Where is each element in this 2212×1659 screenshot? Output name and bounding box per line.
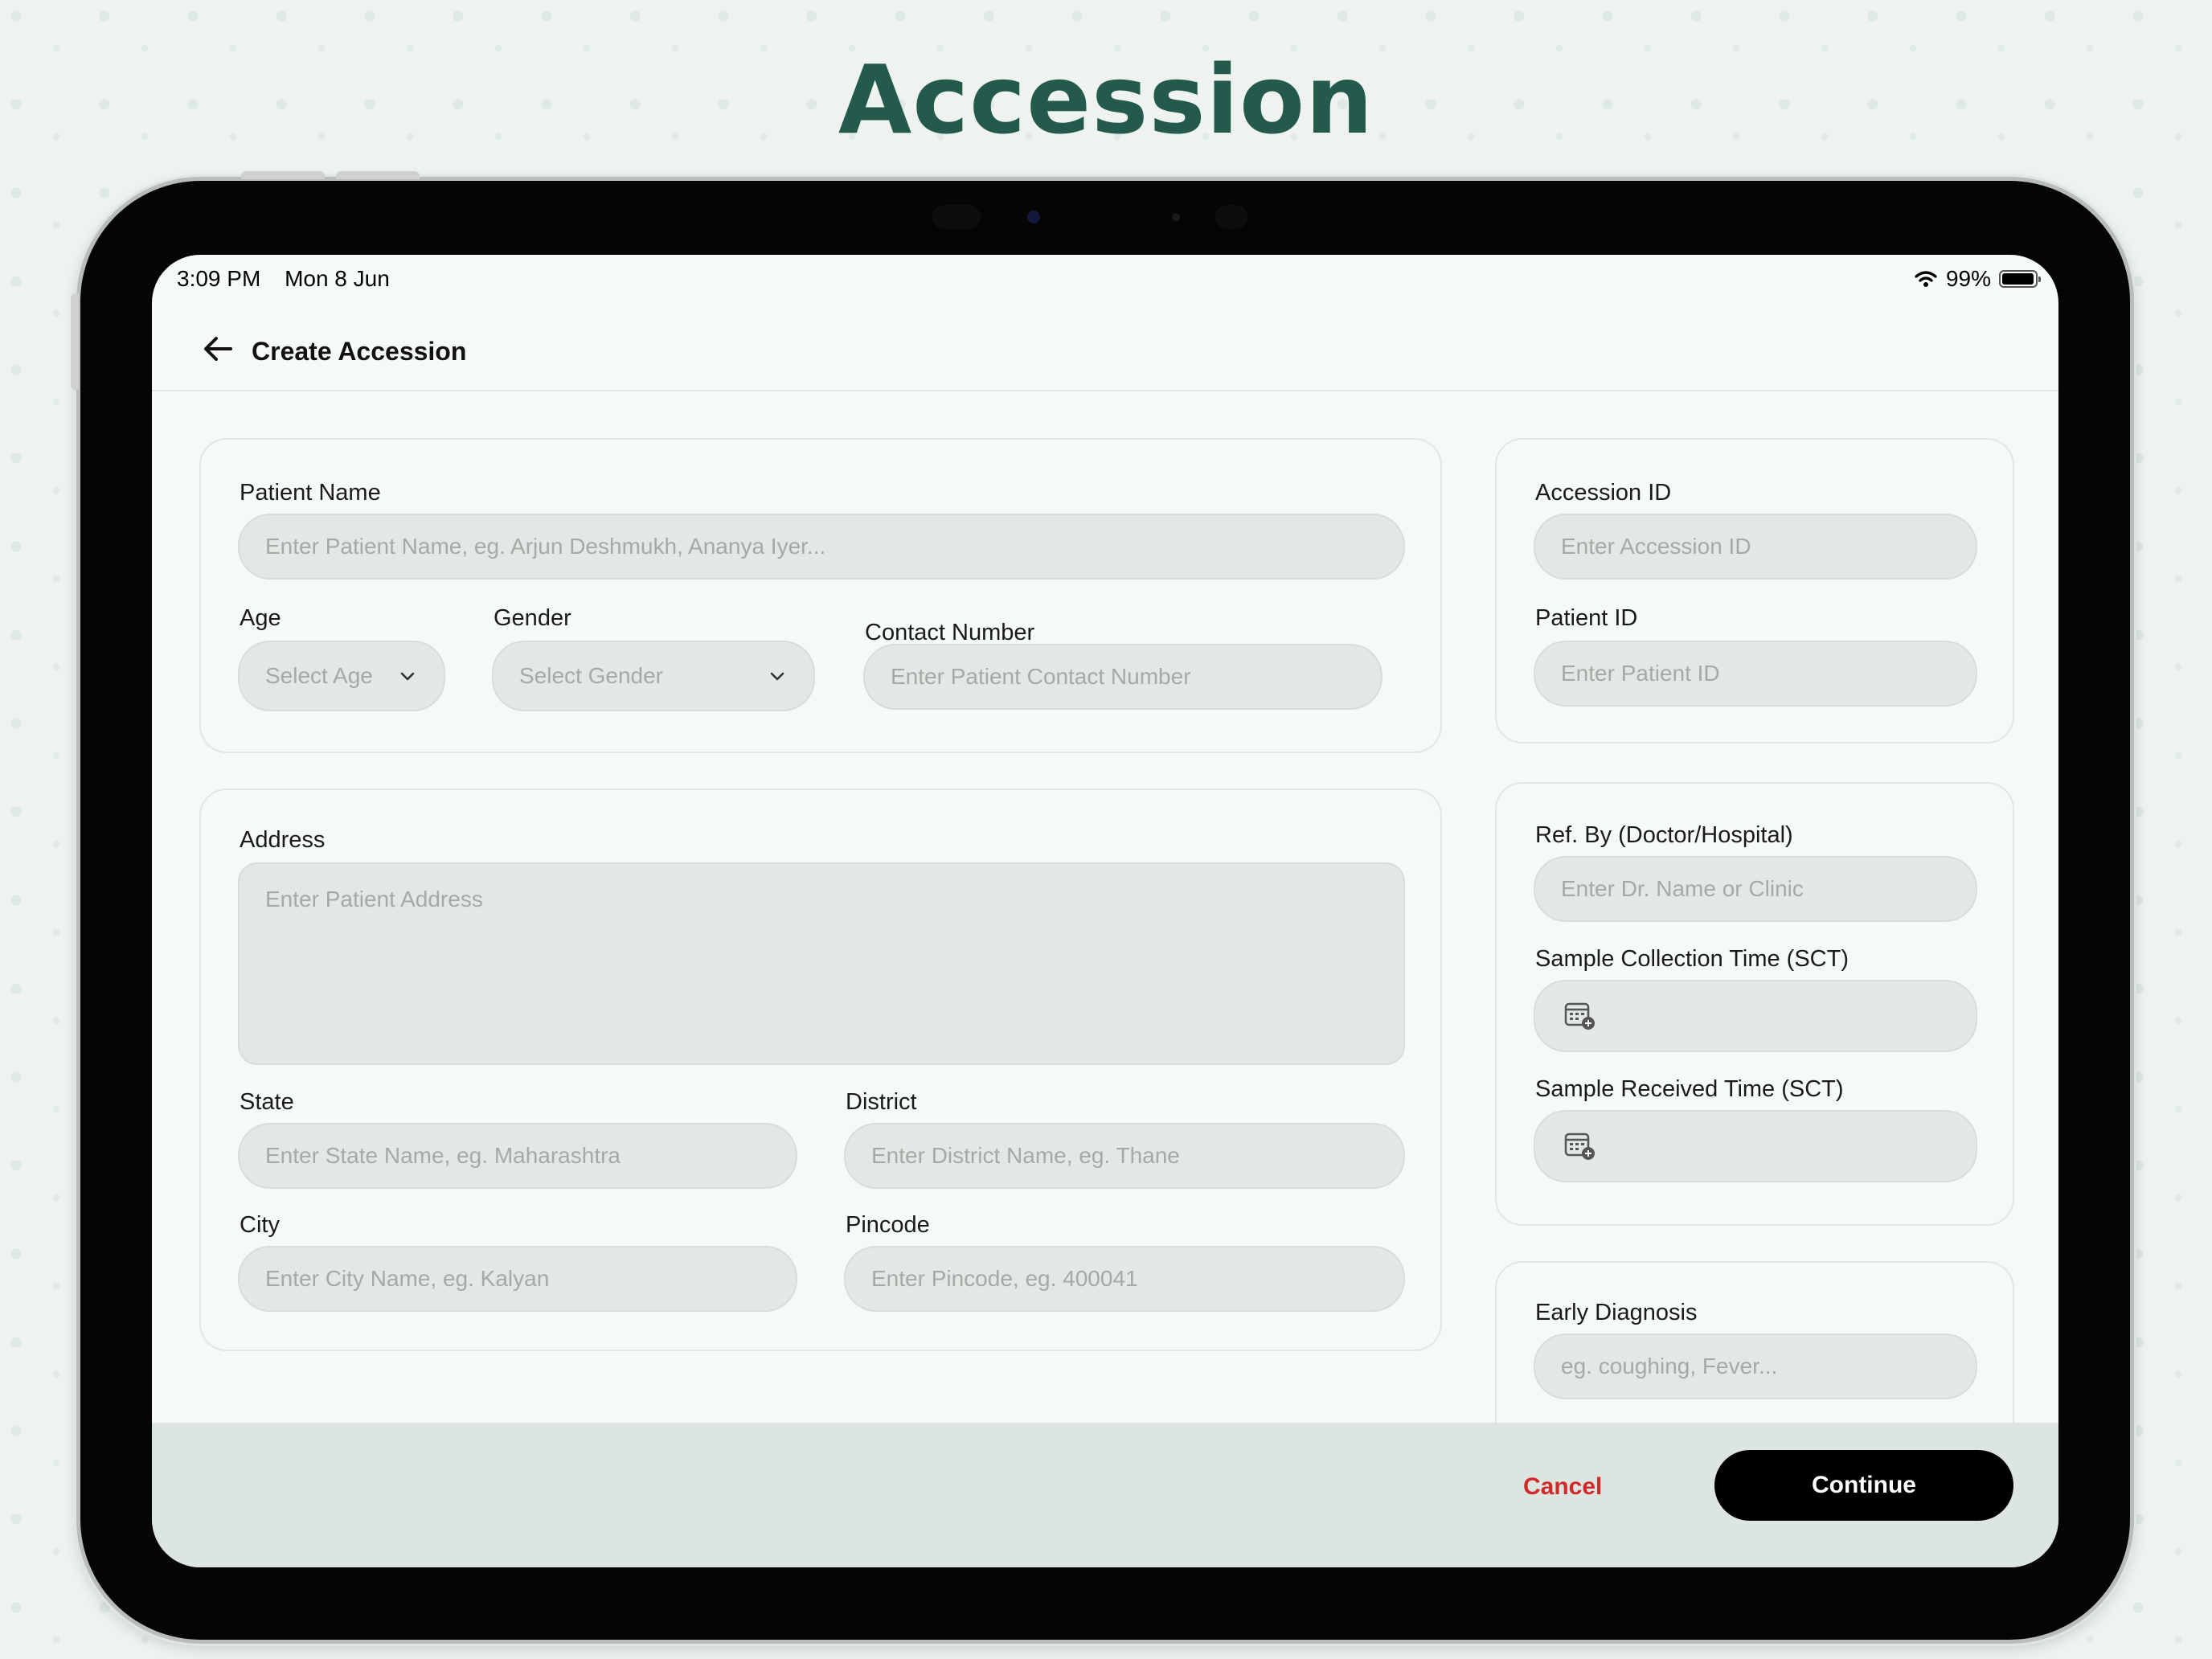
pincode-input[interactable] [844,1246,1405,1312]
status-bar-right: 99% [1914,266,2041,292]
district-input[interactable] [844,1123,1405,1189]
action-footer: Cancel Continue [152,1423,2058,1567]
continue-button[interactable]: Continue [1714,1450,2013,1521]
state-input[interactable] [238,1123,797,1189]
page-title: Create Accession [252,337,467,366]
sample-collection-time-picker[interactable] [1534,980,1977,1052]
battery-percent: 99% [1945,266,1991,291]
gender-label: Gender [494,605,571,631]
navigation-bar: Create Accession [152,311,2058,391]
ref-by-label: Ref. By (Doctor/Hospital) [1535,822,1793,848]
referral-card: Ref. By (Doctor/Hospital) Sample Collect… [1495,782,2014,1226]
status-date: Mon 8 Jun [285,266,390,291]
age-select[interactable]: Select Age [238,641,445,711]
sample-received-time-label: Sample Received Time (SCT) [1535,1076,1844,1102]
app-screen: 3:09 PM Mon 8 Jun 99% Create Accession P… [152,255,2058,1567]
tablet-frame: 3:09 PM Mon 8 Jun 99% Create Accession P… [71,171,2130,1640]
accession-id-label: Accession ID [1535,480,1672,506]
pincode-label: Pincode [846,1212,930,1238]
chevron-down-icon [400,672,415,681]
volume-button [336,171,420,179]
contact-number-input[interactable] [863,644,1382,710]
gender-select-value: Select Gender [519,663,663,688]
back-arrow-icon[interactable] [199,329,239,369]
gender-select[interactable]: Select Gender [492,641,815,711]
volume-button [241,171,325,179]
age-select-value: Select Age [265,663,373,688]
address-card: Address State District City Pincode [199,789,1442,1351]
patient-info-card: Patient Name Age Select Age Gender Selec… [199,438,1442,753]
patient-id-input[interactable] [1534,641,1977,707]
sensor [1172,213,1180,221]
status-time: 3:09 PM [177,266,261,291]
patient-name-input[interactable] [238,514,1405,580]
sample-collection-time-label: Sample Collection Time (SCT) [1535,946,1849,972]
ref-by-input[interactable] [1534,856,1977,922]
chevron-down-icon [770,672,784,681]
age-label: Age [240,605,281,631]
camera-icon [1027,211,1040,223]
identifier-card: Accession ID Patient ID [1495,438,2014,743]
page-headline: Accession [838,44,1374,155]
wifi-icon [1915,271,1937,287]
cancel-button[interactable]: Cancel [1518,1473,1607,1501]
side-button [71,293,79,390]
district-label: District [846,1089,917,1115]
sensor [1215,205,1247,229]
patient-name-label: Patient Name [240,480,381,506]
early-diagnosis-label: Early Diagnosis [1535,1300,1698,1325]
accession-id-input[interactable] [1534,514,1977,580]
address-textarea[interactable] [238,862,1405,1065]
sample-received-time-picker[interactable] [1534,1110,1977,1182]
early-diagnosis-input[interactable] [1534,1333,1977,1399]
battery-icon [1999,270,2041,288]
calendar-add-icon [1564,1133,1595,1160]
state-label: State [240,1089,294,1115]
city-label: City [240,1212,280,1238]
city-input[interactable] [238,1246,797,1312]
status-bar-left: 3:09 PM Mon 8 Jun [177,266,408,292]
sensor [932,205,981,229]
calendar-add-icon [1564,1002,1595,1030]
address-label: Address [240,827,326,853]
patient-id-label: Patient ID [1535,605,1638,631]
contact-number-label: Contact Number [865,620,1035,645]
